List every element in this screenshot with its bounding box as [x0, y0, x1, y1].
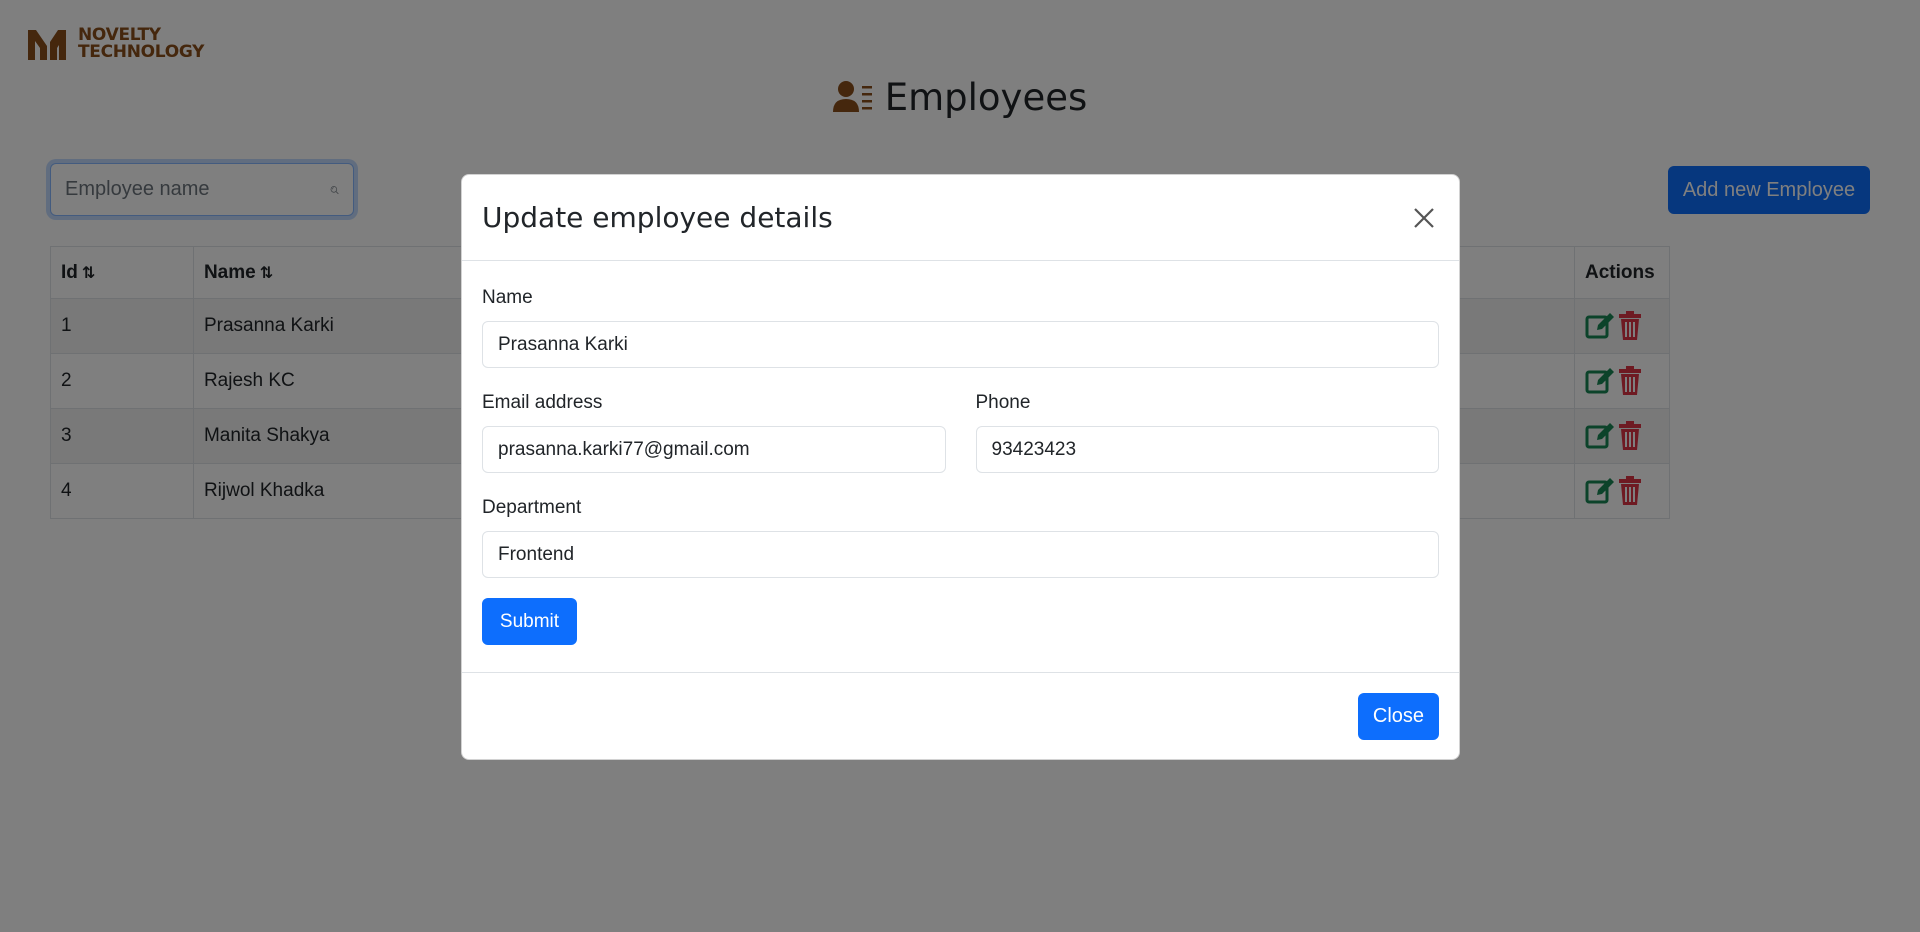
email-field[interactable]	[482, 426, 946, 473]
phone-label: Phone	[975, 392, 1031, 413]
modal-body: Name Email address Phone Department Subm…	[462, 261, 1459, 672]
name-group: Name	[482, 287, 1439, 368]
phone-field[interactable]	[975, 426, 1439, 473]
update-employee-modal: Update employee details Name Email addre…	[461, 174, 1460, 760]
modal-footer: Close	[462, 672, 1459, 760]
modal-title: Update employee details	[482, 201, 833, 234]
contact-row: Email address Phone	[482, 392, 1439, 473]
department-label: Department	[482, 497, 582, 518]
phone-group: Phone	[975, 392, 1439, 473]
close-icon[interactable]	[1413, 207, 1435, 229]
name-label: Name	[482, 287, 533, 308]
name-field[interactable]	[482, 321, 1439, 368]
department-group: Department	[482, 497, 1439, 578]
email-group: Email address	[482, 392, 946, 473]
modal-header: Update employee details	[462, 175, 1459, 261]
department-field[interactable]	[482, 531, 1439, 578]
submit-button[interactable]: Submit	[482, 598, 577, 645]
modal-close-button[interactable]	[1409, 203, 1439, 233]
close-button[interactable]: Close	[1358, 693, 1439, 740]
email-label: Email address	[482, 392, 603, 413]
